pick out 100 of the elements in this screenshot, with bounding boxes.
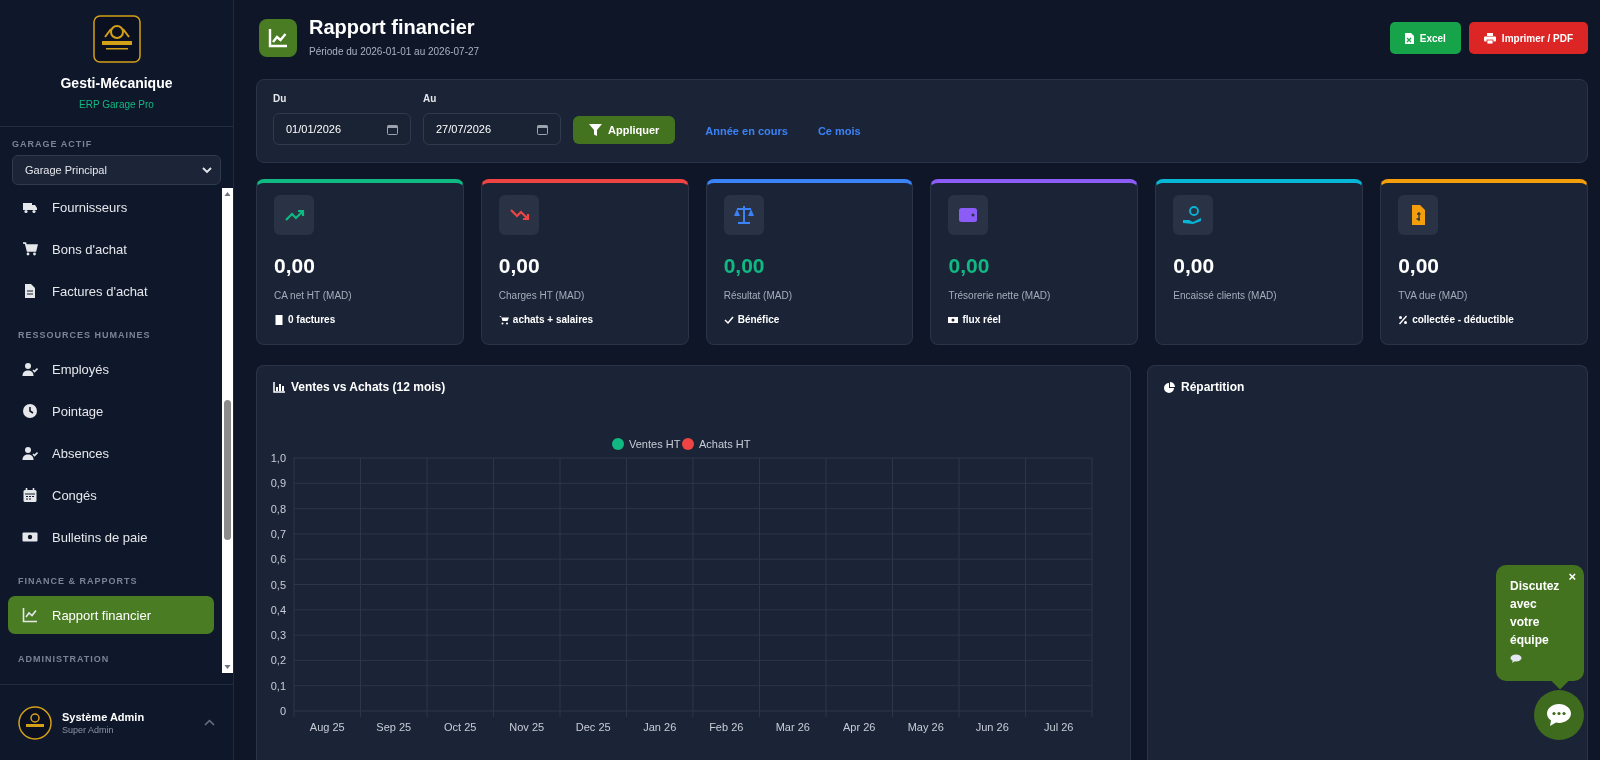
chevron-up-icon[interactable] bbox=[204, 719, 215, 726]
kpi-label: Résultat (MAD) bbox=[723, 290, 792, 301]
calendar-icon[interactable] bbox=[387, 123, 398, 135]
nav-item[interactable]: Fournisseurs bbox=[8, 188, 214, 226]
garage-select[interactable]: Garage Principal bbox=[12, 155, 221, 185]
axis-tick-label: 0,2 bbox=[270, 654, 286, 667]
axis-tick-label: Feb 26 bbox=[709, 721, 744, 733]
file-icon bbox=[22, 283, 38, 299]
axis-tick-label: 0,6 bbox=[270, 553, 286, 566]
pie-chart-icon bbox=[1164, 381, 1175, 393]
chart-icon bbox=[22, 607, 38, 623]
brand-name: Gesti-Mécanique bbox=[60, 75, 173, 91]
nav-item[interactable]: Employés bbox=[8, 350, 214, 388]
preset-link[interactable]: Année en cours bbox=[705, 125, 788, 137]
axis-tick-label: 0,4 bbox=[270, 603, 286, 616]
axis-tick-label: 0,3 bbox=[270, 629, 286, 642]
nav-item[interactable]: Congés bbox=[8, 476, 214, 514]
date-field[interactable]: 01/01/2026 bbox=[273, 113, 411, 145]
axis-tick-label: Sep 25 bbox=[376, 721, 412, 733]
kpi-label: Trésorerie nette (MAD) bbox=[948, 290, 1051, 301]
kpi-note: achats + salaires bbox=[512, 314, 594, 325]
kpi-label: CA net HT (MAD) bbox=[274, 290, 352, 301]
legend-label: Ventes HT bbox=[629, 438, 681, 450]
avatar-icon bbox=[18, 705, 52, 740]
preset-link[interactable]: Ce mois bbox=[817, 125, 861, 137]
axis-tick-label: Jan 26 bbox=[643, 721, 677, 733]
usercheck-icon bbox=[22, 445, 38, 461]
printer-icon bbox=[1483, 32, 1496, 44]
user-name: Système Admin bbox=[62, 710, 146, 723]
bar-chart-icon bbox=[273, 381, 285, 393]
kpi-note: Bénéfice bbox=[737, 314, 780, 325]
kpi-label: Charges HT (MAD) bbox=[498, 290, 585, 301]
kpi-value: 0,00 bbox=[723, 254, 765, 278]
nav-item[interactable]: Bulletins de paie bbox=[8, 518, 214, 556]
section-label: ADMINISTRATION bbox=[17, 653, 111, 666]
kpi-value: 0,00 bbox=[1173, 254, 1215, 278]
note-icon bbox=[948, 314, 959, 325]
date-field[interactable]: 27/07/2026 bbox=[423, 113, 561, 145]
axis-tick-label: Jun 26 bbox=[975, 721, 1009, 733]
axis-tick-label: 0 bbox=[279, 705, 286, 717]
spreadsheet-file-icon bbox=[1404, 32, 1414, 44]
nav-item[interactable]: Factures d'achat bbox=[8, 272, 214, 310]
field-label: Du bbox=[273, 93, 288, 104]
users-icon bbox=[22, 361, 38, 377]
section-label: GARAGE ACTIF bbox=[12, 139, 94, 149]
axis-tick-label: Aug 25 bbox=[309, 721, 345, 733]
legend-item[interactable]: Ventes HT bbox=[612, 438, 681, 450]
page-title: Rapport financier bbox=[309, 16, 476, 39]
axis-tick-label: Dec 25 bbox=[575, 721, 611, 733]
kpi-label: Encaissé clients (MAD) bbox=[1173, 290, 1277, 301]
axis-tick-label: Nov 25 bbox=[509, 721, 545, 733]
axis-tick-label: 0,7 bbox=[270, 527, 286, 540]
chat-icon bbox=[1546, 703, 1572, 727]
kpi-value: 0,00 bbox=[948, 254, 990, 278]
legend-item[interactable]: Achats HT bbox=[682, 438, 751, 450]
calendar-icon[interactable] bbox=[537, 123, 548, 135]
legend-label: Achats HT bbox=[699, 438, 751, 450]
filter-icon bbox=[589, 123, 602, 137]
note-icon bbox=[274, 314, 284, 325]
nav-item[interactable]: Rapport financier bbox=[8, 596, 214, 634]
apply-button[interactable]: Appliquer bbox=[573, 116, 676, 144]
scale-icon bbox=[723, 195, 764, 235]
axis-tick-label: 1,0 bbox=[270, 452, 286, 464]
chevron-down-icon bbox=[202, 166, 212, 174]
axis-tick-label: 0,1 bbox=[270, 679, 286, 692]
kpi-note: collectée - déductible bbox=[1412, 314, 1514, 325]
axis-tick-label: Mar 26 bbox=[775, 721, 810, 733]
user-role: Super Admin bbox=[62, 724, 115, 735]
line-chart-icon bbox=[259, 19, 297, 57]
cart-icon bbox=[22, 241, 38, 257]
note-icon bbox=[723, 314, 734, 325]
axis-tick-label: 0,8 bbox=[270, 502, 286, 515]
invoice-icon bbox=[1398, 195, 1439, 235]
period-text: Période du 2026-01-01 au 2026-07-27 bbox=[309, 46, 480, 57]
kpi-value: 0,00 bbox=[498, 254, 540, 278]
nav-item[interactable]: Pointage bbox=[8, 392, 214, 430]
nav-item[interactable]: Bons d'achat bbox=[8, 230, 214, 268]
hand-coin-icon bbox=[1173, 195, 1214, 235]
close-button[interactable]: × bbox=[1566, 569, 1578, 584]
speech-bubble-icon bbox=[1510, 654, 1522, 663]
wallet-icon bbox=[948, 195, 989, 235]
axis-tick-label: May 26 bbox=[907, 721, 944, 733]
axis-tick-label: 0,9 bbox=[270, 477, 286, 490]
axis-tick-label: Oct 25 bbox=[444, 721, 477, 733]
kpi-note: flux réel bbox=[962, 314, 1001, 325]
section-label: FINANCE & RAPPORTS bbox=[17, 575, 139, 588]
note-icon bbox=[498, 314, 509, 325]
note-icon bbox=[1398, 314, 1409, 325]
trend-down-icon bbox=[498, 195, 539, 235]
kpi-label: TVA due (MAD) bbox=[1398, 290, 1468, 301]
field-label: Au bbox=[423, 93, 438, 104]
brand-tagline: ERP Garage Pro bbox=[79, 99, 154, 110]
chat-prompt: Discutez avec votre équipe bbox=[1510, 578, 1561, 649]
print-button[interactable]: Imprimer / PDF bbox=[1468, 22, 1588, 54]
axis-tick-label: Jul 26 bbox=[1044, 721, 1074, 733]
logo-icon bbox=[92, 15, 141, 63]
kpi-value: 0,00 bbox=[274, 254, 315, 278]
panel-title: Répartition bbox=[1181, 380, 1245, 394]
nav-item[interactable]: Absences bbox=[8, 434, 214, 472]
kpi-note: 0 factures bbox=[288, 314, 336, 325]
